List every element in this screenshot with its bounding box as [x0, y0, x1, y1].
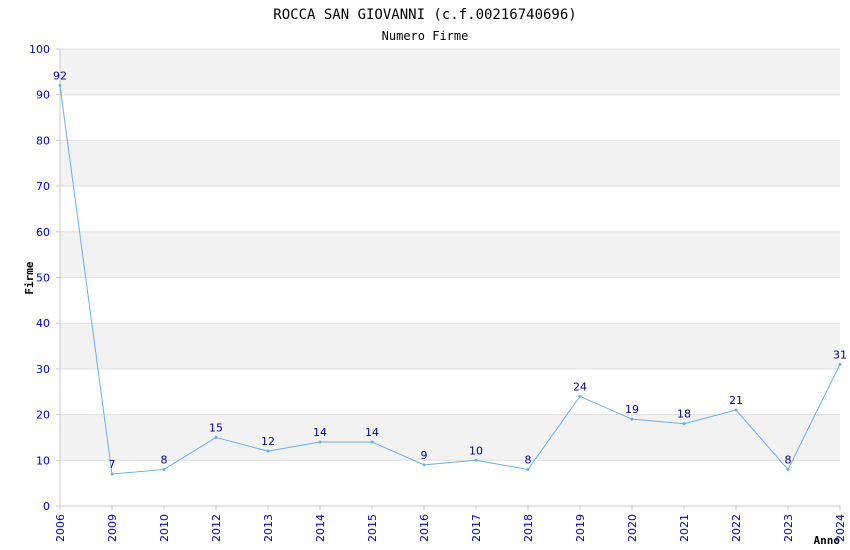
grid-band — [60, 323, 840, 369]
grid-band — [60, 277, 840, 324]
data-point — [682, 422, 686, 426]
data-point — [318, 440, 322, 444]
grid-band — [60, 49, 840, 95]
data-label: 8 — [785, 453, 792, 466]
data-point — [786, 467, 790, 471]
x-tick-label: 2019 — [574, 514, 587, 542]
grid-band — [60, 368, 840, 415]
data-point — [58, 84, 62, 88]
data-label: 8 — [161, 453, 168, 466]
data-point — [526, 467, 530, 471]
data-point — [214, 435, 218, 439]
data-label: 92 — [53, 70, 67, 83]
y-tick-label: 0 — [43, 500, 50, 513]
x-tick-label: 2017 — [470, 514, 483, 542]
data-label: 8 — [525, 453, 532, 466]
data-point — [110, 472, 114, 476]
grid-band — [60, 231, 840, 278]
data-label: 14 — [313, 426, 327, 439]
data-point — [266, 449, 270, 453]
grid-band — [60, 140, 840, 187]
x-tick-label: 2009 — [106, 514, 119, 542]
x-tick-label: 2013 — [262, 514, 275, 542]
y-tick-label: 60 — [36, 226, 50, 239]
data-point — [370, 440, 374, 444]
x-tick-label: 2010 — [158, 514, 171, 542]
data-point — [838, 362, 842, 366]
y-tick-label: 100 — [29, 43, 50, 56]
grid-band — [60, 186, 840, 232]
data-point — [734, 408, 738, 412]
x-tick-label: 2012 — [210, 514, 223, 542]
data-label: 14 — [365, 426, 379, 439]
data-label: 21 — [729, 394, 743, 407]
x-tick-label: 2016 — [418, 514, 431, 542]
data-label: 24 — [573, 380, 587, 393]
data-label: 9 — [421, 449, 428, 462]
x-tick-label: 2020 — [626, 514, 639, 542]
data-point — [474, 458, 478, 462]
y-axis-title: Firme — [23, 261, 36, 294]
data-label: 10 — [469, 444, 483, 457]
y-tick-label: 20 — [36, 409, 50, 422]
x-tick-label: 2022 — [730, 514, 743, 542]
x-tick-label: 2006 — [54, 514, 67, 542]
grid-band — [60, 94, 840, 141]
data-label: 7 — [109, 458, 116, 471]
data-point — [578, 394, 582, 398]
y-tick-label: 80 — [36, 134, 50, 147]
data-label: 19 — [625, 403, 639, 416]
x-tick-label: 2021 — [678, 514, 691, 542]
data-label: 18 — [677, 408, 691, 421]
chart-subtitle: Numero Firme — [382, 29, 469, 43]
data-point — [162, 467, 166, 471]
line-chart: ROCCA SAN GIOVANNI (c.f.00216740696) Num… — [23, 7, 847, 547]
data-point — [422, 463, 426, 467]
y-tick-label: 40 — [36, 317, 50, 330]
grid-band — [60, 460, 840, 506]
x-tick-label: 2024 — [834, 514, 847, 542]
y-tick-label: 10 — [36, 454, 50, 467]
y-tick-label: 70 — [36, 180, 50, 193]
y-tick-label: 50 — [36, 272, 50, 285]
data-label: 31 — [833, 348, 847, 361]
data-label: 12 — [261, 435, 275, 448]
x-tick-label: 2023 — [782, 514, 795, 542]
grid-band — [60, 414, 840, 461]
x-tick-label: 2018 — [522, 514, 535, 542]
chart-title: ROCCA SAN GIOVANNI (c.f.00216740696) — [273, 7, 576, 23]
y-tick-label: 30 — [36, 363, 50, 376]
x-tick-labels: 2006 2009 2010 2012 2013 2014 2015 2016 2017 2018… — [54, 506, 847, 542]
y-tick-label: 90 — [36, 89, 50, 102]
data-label: 15 — [209, 421, 223, 434]
x-tick-label: 2015 — [366, 514, 379, 542]
x-tick-label: 2014 — [314, 514, 327, 542]
data-point — [630, 417, 634, 421]
